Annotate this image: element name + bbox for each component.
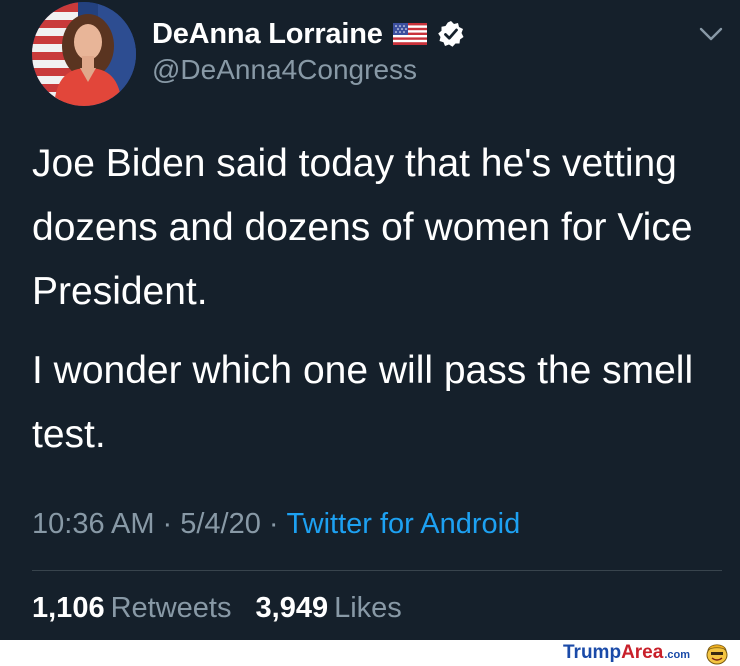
avatar[interactable] [32,2,136,106]
tweet-source-link[interactable]: Twitter for Android [287,508,521,540]
watermark-part: Area [621,642,664,663]
handle[interactable]: @DeAnna4Congress [152,54,417,86]
tweet-paragraph: Joe Biden said today that he's vetting d… [32,142,693,313]
watermark-part: .com [664,649,690,661]
retweets-count: 1,106 [32,592,105,624]
tweet-paragraph: I wonder which one will pass the smell t… [32,349,694,456]
separator: · [268,508,279,540]
retweets-stat[interactable]: 1,106 Retweets [32,592,231,625]
tweet-meta: 10:36 AM · 5/4/20 · Twitter for Android [32,508,520,541]
tweet-card: DeAnna Lorraine @DeAnna4Congress Joe Bid… [0,0,740,640]
watermark-part: Trump [563,642,622,663]
tweet-date[interactable]: 5/4/20 [180,508,261,540]
chevron-down-icon[interactable] [698,24,724,44]
likes-count: 3,949 [255,592,329,624]
watermark: Trump Area .com [563,642,690,664]
retweets-label: Retweets [110,592,232,624]
likes-stat[interactable]: 3,949 Likes [256,592,402,625]
display-name-row: DeAnna Lorraine [152,16,465,52]
tweet-text: Joe Biden said today that he's vetting d… [32,132,722,467]
avatar-image [32,2,136,106]
separator: · [162,508,173,540]
engagement-stats: 1,106 Retweets 3,949 Likes [32,592,402,625]
us-flag-icon [392,23,427,45]
mascot-icon [704,641,730,665]
watermark-bar: Trump Area .com [0,640,740,666]
verified-badge-icon [437,20,465,48]
display-name[interactable]: DeAnna Lorraine [152,18,383,51]
likes-label: Likes [334,592,402,624]
divider [32,570,722,571]
tweet-time[interactable]: 10:36 AM [32,508,155,540]
